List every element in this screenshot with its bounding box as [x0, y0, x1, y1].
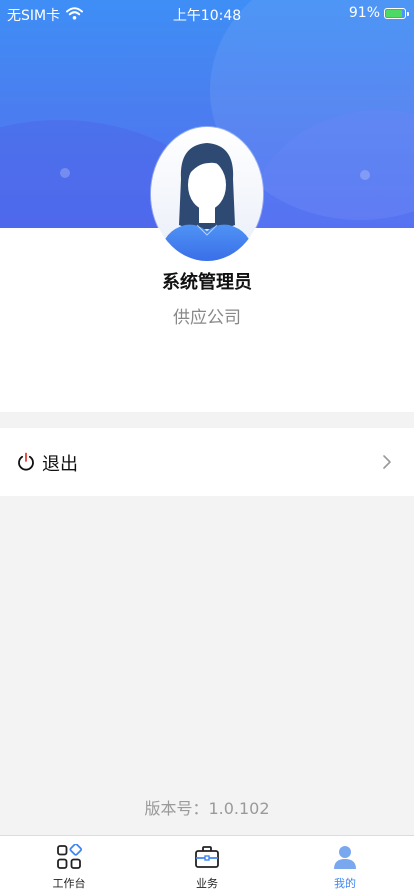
app-version: 版本号：1.0.102 [144, 799, 270, 818]
user-avatar-icon[interactable] [151, 127, 263, 261]
status-bar: 无SIM卡 上午10:48 91% [0, 0, 414, 28]
logout-menu-item[interactable]: 退出 [0, 428, 414, 496]
user-name: 系统管理员 [162, 272, 252, 293]
tab-label: 工作台 [52, 877, 86, 890]
header-decoration-dot [360, 170, 370, 180]
battery-icon [384, 7, 409, 19]
power-icon [17, 452, 35, 472]
briefcase-icon [194, 844, 220, 870]
logout-label: 退出 [42, 454, 78, 475]
workbench-icon [56, 843, 83, 870]
user-company: 供应公司 [173, 308, 241, 328]
tab-label: 我的 [334, 877, 356, 890]
tab-label: 业务 [196, 877, 218, 890]
tab-business[interactable]: 业务 [138, 836, 276, 896]
tab-mine[interactable]: 我的 [276, 836, 414, 896]
bottom-tab-bar: 工作台 业务 我的 [0, 835, 414, 896]
tab-workbench[interactable]: 工作台 [0, 836, 138, 896]
chevron-right-icon [382, 454, 392, 470]
battery-percent: 91% [348, 5, 380, 21]
battery-indicator: 91% [348, 5, 409, 21]
header-decoration-dot [60, 168, 70, 178]
person-icon [332, 844, 358, 870]
